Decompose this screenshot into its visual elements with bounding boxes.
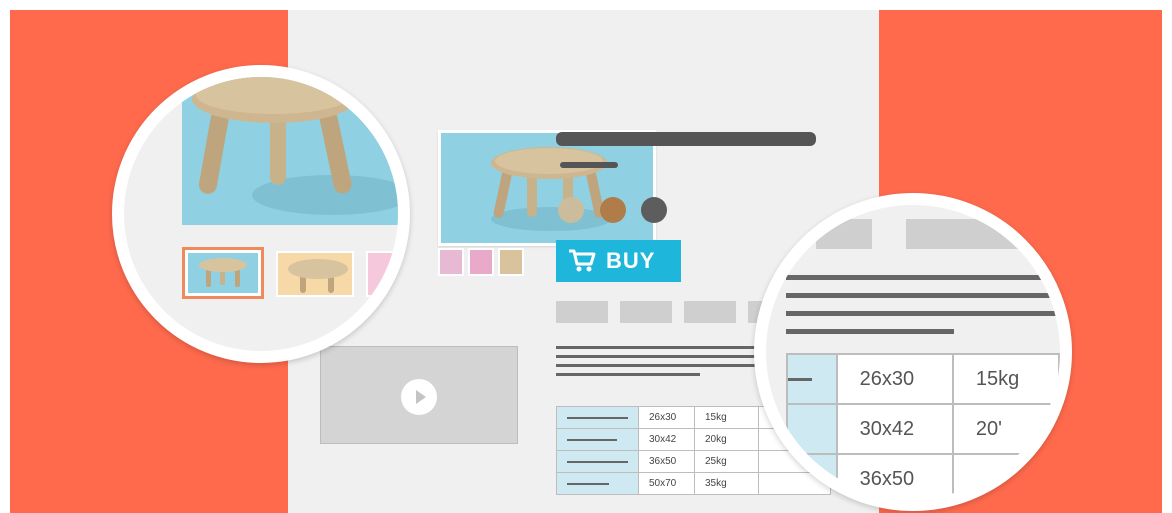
product-title-placeholder [556, 132, 816, 146]
description-line [786, 311, 1060, 316]
play-icon[interactable] [401, 379, 437, 415]
product-subtitle-placeholder [560, 162, 618, 168]
thumbnail[interactable] [468, 248, 494, 276]
background-panel: BUY 26x30 15kg 30x42 20kg 36x50 25kg 50x… [10, 10, 1162, 513]
description-line [556, 346, 761, 349]
zoomed-product-image [182, 77, 398, 225]
description-line [556, 355, 761, 358]
description-line [556, 364, 761, 367]
table-row: 30x42 20' [786, 403, 1060, 455]
video-player[interactable] [320, 346, 518, 444]
table-row: 26x30 15kg [786, 353, 1060, 405]
stool-icon [491, 147, 611, 231]
thumbnail[interactable] [276, 251, 354, 297]
thumbnail[interactable] [498, 248, 524, 276]
thumbnail[interactable] [438, 248, 464, 276]
description-line [786, 293, 1060, 298]
buy-button-label: BUY [606, 248, 656, 273]
color-swatch-brown[interactable] [600, 197, 626, 223]
tab[interactable] [684, 301, 736, 323]
stool-icon [192, 77, 398, 215]
image-magnifier [112, 65, 410, 363]
tab[interactable] [816, 219, 872, 249]
tab[interactable] [556, 301, 608, 323]
product-main-image[interactable] [438, 130, 656, 246]
table-row: 36x50 [786, 453, 1060, 499]
shopping-cart-icon [569, 249, 596, 272]
color-swatch-beige[interactable] [558, 197, 584, 223]
thumbnail-selected[interactable] [182, 247, 264, 299]
description-line [786, 329, 954, 334]
tab[interactable] [906, 219, 1046, 249]
specs-table-zoomed: 26x30 15kg 30x42 20' 36x50 [786, 353, 1060, 499]
buy-button[interactable]: BUY [556, 240, 681, 282]
tab[interactable] [620, 301, 672, 323]
description-line [556, 373, 700, 376]
stool-icon [199, 258, 247, 287]
color-swatch-dark[interactable] [641, 197, 667, 223]
stool-icon [288, 259, 348, 293]
description-line [786, 275, 1060, 280]
table-magnifier: 26x30 15kg 30x42 20' 36x50 [754, 193, 1072, 511]
